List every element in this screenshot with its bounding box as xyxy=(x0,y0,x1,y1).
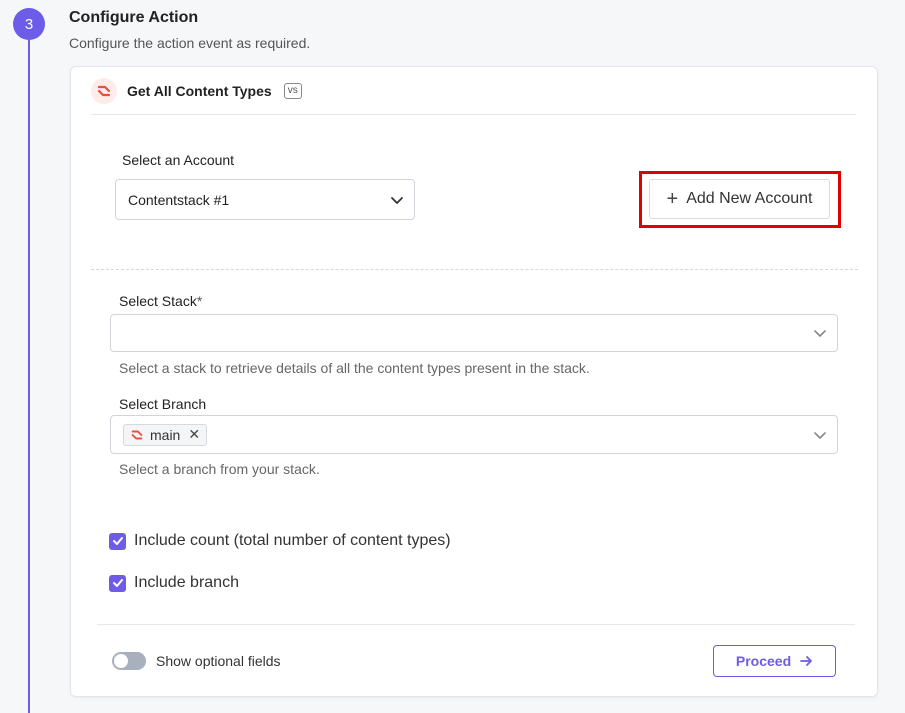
checkmark-icon xyxy=(112,537,123,545)
footer-divider xyxy=(97,624,855,625)
chevron-down-icon xyxy=(814,431,826,439)
branch-chip-main: main ✕ xyxy=(123,423,208,446)
include-count-checkbox-row[interactable]: Include count (total number of content t… xyxy=(109,532,451,550)
optional-fields-label: Show optional fields xyxy=(156,653,281,669)
contentstack-logo-icon xyxy=(91,78,117,104)
stack-help-text: Select a stack to retrieve details of al… xyxy=(119,360,590,376)
optional-fields-toggle-row[interactable]: Show optional fields xyxy=(112,652,281,670)
branch-label: Select Branch xyxy=(119,396,207,412)
proceed-button[interactable]: Proceed xyxy=(713,645,836,677)
version-badge: vs xyxy=(283,83,302,99)
account-select-value: Contentstack #1 xyxy=(128,191,230,208)
add-new-account-button[interactable]: + Add New Account xyxy=(649,179,830,219)
include-branch-checkbox-row[interactable]: Include branch xyxy=(109,574,239,592)
close-icon[interactable]: ✕ xyxy=(188,426,200,443)
include-count-checkbox[interactable] xyxy=(109,532,126,550)
action-card: Get All Content Types vs Select an Accou… xyxy=(70,66,878,697)
action-header: Get All Content Types vs xyxy=(91,78,302,104)
proceed-label: Proceed xyxy=(735,653,792,669)
chevron-down-icon xyxy=(814,330,826,337)
step-number-badge: 3 xyxy=(13,8,45,40)
include-branch-checkbox[interactable] xyxy=(109,574,126,592)
branch-select[interactable]: main ✕ xyxy=(110,415,838,454)
arrow-right-icon xyxy=(799,654,813,668)
account-label: Select an Account xyxy=(122,152,235,168)
plus-icon: + xyxy=(666,188,679,210)
contentstack-logo-icon xyxy=(130,428,144,442)
toggle-knob xyxy=(114,654,128,668)
branch-help-text: Select a branch from your stack. xyxy=(119,461,320,477)
action-title: Get All Content Types xyxy=(127,83,272,99)
section-divider xyxy=(91,269,858,270)
optional-fields-toggle[interactable] xyxy=(112,652,146,670)
include-branch-label: Include branch xyxy=(134,574,239,591)
configure-action-page: 3 Configure Action Configure the action … xyxy=(0,0,905,713)
include-count-label: Include count (total number of content t… xyxy=(134,532,451,549)
add-new-account-label: Add New Account xyxy=(686,190,813,207)
stepper-line xyxy=(28,28,30,713)
account-select[interactable]: Contentstack #1 xyxy=(115,179,415,220)
stack-select[interactable] xyxy=(110,314,838,352)
step-title: Configure Action xyxy=(69,9,199,26)
stack-label-text: Select Stack xyxy=(119,293,197,309)
branch-chip-label: main xyxy=(150,426,181,443)
header-divider xyxy=(91,114,856,115)
stack-label: Select Stack* xyxy=(119,293,202,309)
checkmark-icon xyxy=(112,579,123,587)
chevron-down-icon xyxy=(391,196,403,204)
required-mark: * xyxy=(196,293,203,309)
step-subtitle: Configure the action event as required. xyxy=(69,35,311,51)
